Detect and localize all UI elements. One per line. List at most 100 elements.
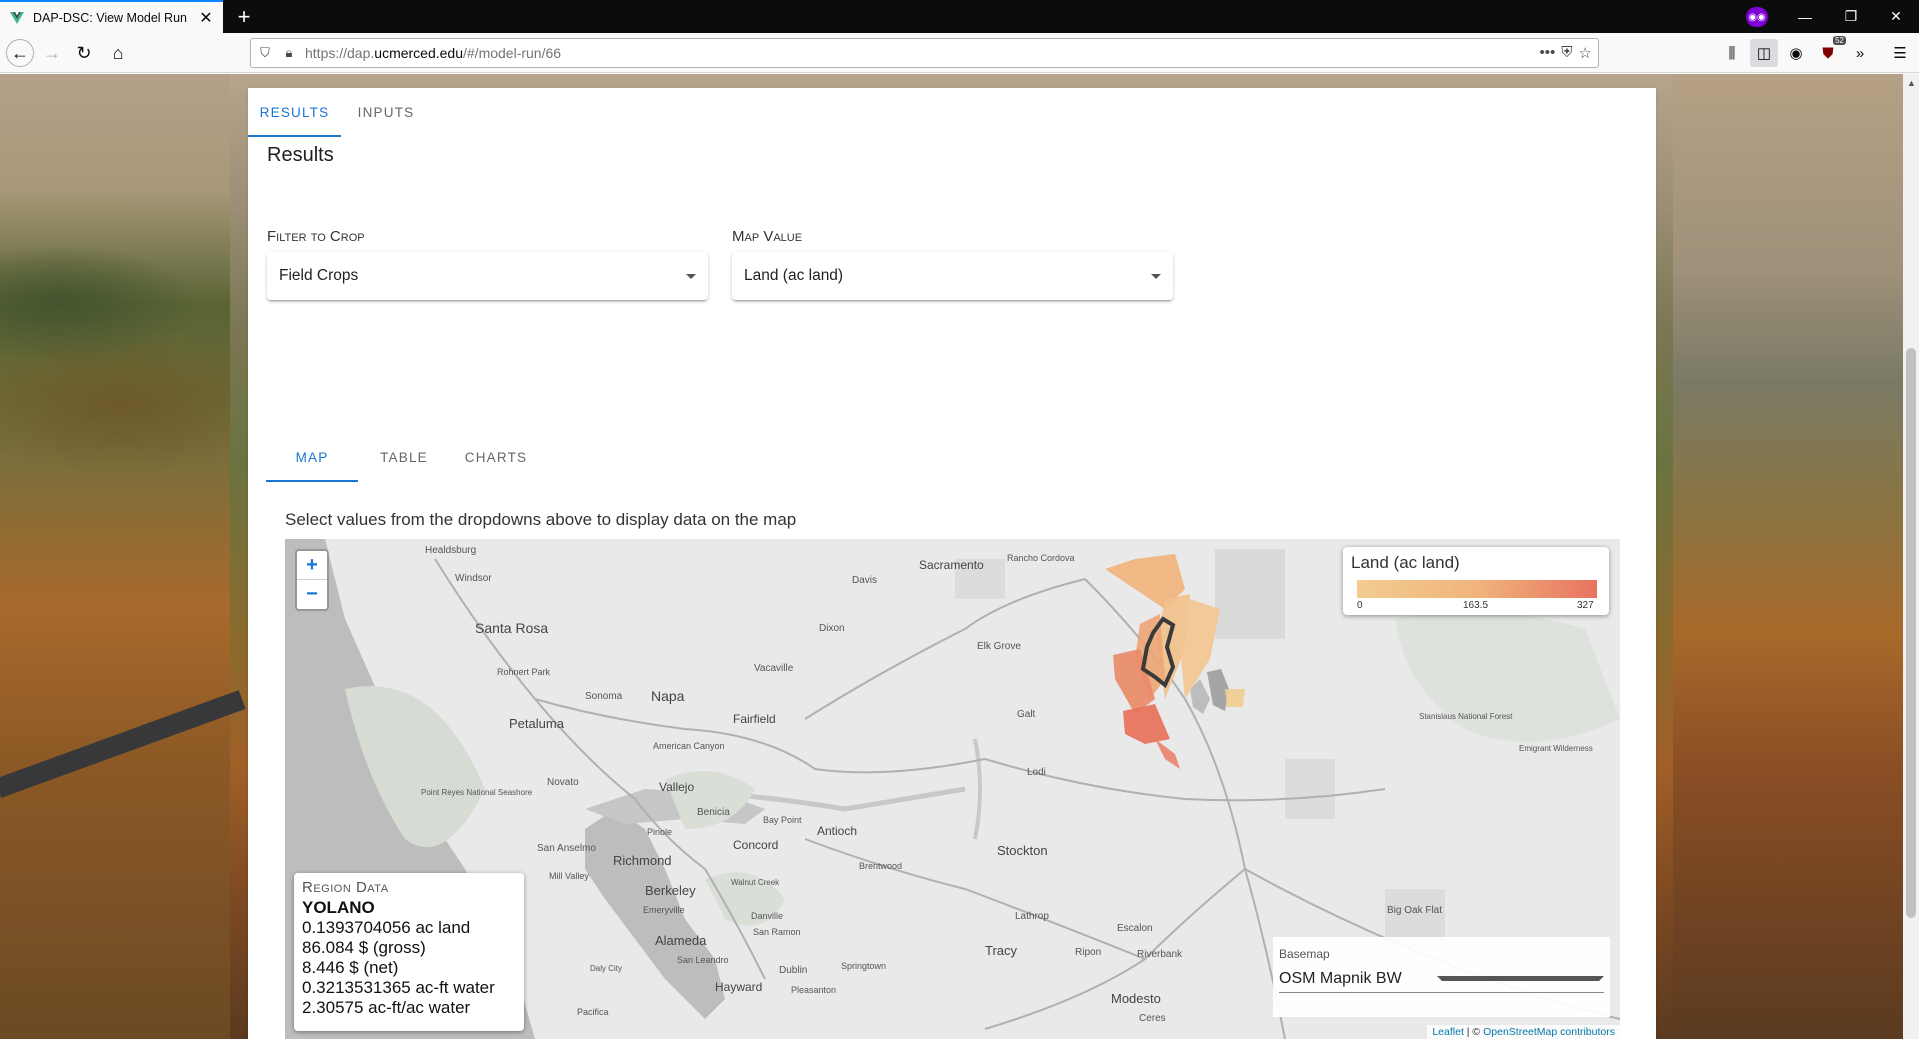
- region-gross: 86.084 $ (gross): [302, 938, 426, 957]
- forward-icon[interactable]: →: [38, 39, 66, 67]
- scroll-up-icon[interactable]: ▲: [1907, 78, 1916, 88]
- basemap-label: Basemap: [1279, 947, 1330, 961]
- url-bar[interactable]: ⛉ 🔒︎ https://dap.ucmerced.edu/#/model-ru…: [250, 38, 1599, 68]
- lock-icon[interactable]: 🔒︎: [279, 43, 299, 63]
- ublock-icon[interactable]: ⛊ 52: [1814, 36, 1846, 67]
- map-value-label: Map Value: [732, 228, 803, 245]
- place-label: Hayward: [715, 980, 762, 994]
- tab-inputs[interactable]: Inputs: [341, 88, 431, 137]
- zoom-out-button[interactable]: −: [297, 580, 327, 609]
- place-label: Stockton: [997, 843, 1048, 858]
- scrollbar-thumb[interactable]: [1906, 348, 1916, 918]
- map-value-select[interactable]: Land (ac land): [732, 252, 1173, 300]
- zoom-control: + −: [295, 549, 329, 611]
- place-label: San Anselmo: [537, 843, 596, 854]
- place-label: Pleasanton: [791, 985, 836, 995]
- place-label: Galt: [1017, 709, 1036, 720]
- browser-navbar: ← → ↻ ⌂ ⛉ 🔒︎ https://dap.ucmerced.edu/#/…: [0, 33, 1919, 73]
- place-label: Ceres: [1139, 1013, 1166, 1024]
- reload-icon[interactable]: ↻: [70, 39, 98, 67]
- results-heading: Results: [267, 144, 334, 166]
- legend-max: 327: [1577, 600, 1594, 611]
- star-icon[interactable]: ☆: [1579, 44, 1592, 62]
- overflow-icon[interactable]: »: [1846, 39, 1874, 67]
- place-label: Vacaville: [754, 663, 794, 674]
- minimize-window-button[interactable]: —: [1782, 0, 1828, 33]
- legend-min: 0: [1357, 600, 1363, 611]
- account-icon[interactable]: ◉: [1782, 39, 1810, 67]
- place-label: Pacifica: [577, 1007, 609, 1017]
- new-tab-button[interactable]: +: [231, 4, 257, 30]
- place-label: San Leandro: [677, 955, 729, 965]
- caret-down-icon: [1151, 273, 1161, 279]
- place-label: Brentwood: [859, 861, 902, 871]
- background-photo-left: [0, 74, 246, 1039]
- place-label: Mill Valley: [549, 871, 589, 881]
- osm-link[interactable]: OpenStreetMap contributors: [1483, 1026, 1615, 1038]
- back-icon[interactable]: ←: [6, 39, 34, 67]
- close-window-button[interactable]: ✕: [1873, 0, 1919, 33]
- place-label: Daly City: [590, 964, 622, 973]
- place-label: Alameda: [655, 933, 707, 948]
- place-label: Novato: [547, 777, 579, 788]
- place-label: Tracy: [985, 943, 1018, 958]
- restore-window-button[interactable]: ❐: [1828, 0, 1874, 33]
- place-label: Vallejo: [659, 780, 694, 794]
- place-label: Escalon: [1117, 923, 1153, 934]
- filter-crop-label: Filter to Crop: [267, 228, 365, 245]
- place-label: Ripon: [1075, 947, 1101, 958]
- place-label: Lathrop: [1015, 911, 1049, 922]
- place-label: Petaluma: [509, 716, 565, 731]
- place-label: Antioch: [817, 824, 857, 838]
- place-label: Riverbank: [1137, 949, 1183, 960]
- library-icon[interactable]: ⫼: [1718, 39, 1746, 67]
- leaflet-map[interactable]: Healdsburg Windsor Santa Rosa Rohnert Pa…: [285, 539, 1620, 1039]
- legend-title: Land (ac land): [1351, 553, 1460, 572]
- place-label: Richmond: [613, 853, 672, 868]
- shield-icon[interactable]: ⛉: [255, 43, 275, 63]
- private-mask-icon[interactable]: ◉◉: [1746, 7, 1768, 27]
- home-icon[interactable]: ⌂: [104, 39, 132, 67]
- basemap-value: OSM Mapnik BW: [1279, 969, 1402, 987]
- region-water-per-acre: 2.30575 ac-ft/ac water: [302, 998, 471, 1017]
- url-text[interactable]: https://dap.ucmerced.edu/#/model-run/66: [305, 45, 1540, 61]
- caret-down-icon: [686, 273, 696, 279]
- legend-gradient: [1357, 580, 1597, 598]
- place-label: Walnut Creek: [731, 878, 780, 887]
- sidebar-icon[interactable]: ◫: [1750, 39, 1778, 67]
- tab-map[interactable]: Map: [266, 433, 358, 482]
- place-label: American Canyon: [653, 741, 725, 751]
- region-net: 8.446 $ (net): [302, 958, 399, 977]
- tab-charts[interactable]: Charts: [450, 433, 542, 482]
- place-label: Elk Grove: [977, 641, 1021, 652]
- tab-results[interactable]: Results: [248, 88, 341, 137]
- background-photo-right: [1673, 74, 1903, 1039]
- browser-tab[interactable]: DAP-DSC: View Model Run ✕: [0, 0, 223, 33]
- place-label: Berkeley: [645, 883, 696, 898]
- region-data-heading: Region Data: [302, 879, 389, 896]
- place-label: Modesto: [1111, 991, 1161, 1006]
- map-legend: Land (ac land) 0 163.5 327: [1343, 547, 1609, 615]
- page-scrollbar[interactable]: ▲: [1903, 74, 1919, 1039]
- ellipsis-icon[interactable]: •••: [1540, 44, 1556, 62]
- hamburger-menu-icon[interactable]: ☰: [1886, 39, 1914, 67]
- pocket-icon[interactable]: ⛨: [1561, 44, 1572, 62]
- filter-crop-select[interactable]: Field Crops: [267, 252, 708, 300]
- view-tabs: Map Table Charts: [266, 433, 542, 482]
- region-data-panel: Region Data YOLANO 0.1393704056 ac land …: [294, 873, 524, 1031]
- place-label: Point Reyes National Seashore: [421, 788, 533, 797]
- tab-table[interactable]: Table: [358, 433, 450, 482]
- basemap-select[interactable]: OSM Mapnik BW: [1279, 965, 1604, 993]
- caret-down-icon: [1436, 976, 1604, 981]
- zoom-in-button[interactable]: +: [297, 551, 327, 580]
- place-label: Davis: [852, 575, 877, 586]
- place-label: Stanislaus National Forest: [1419, 712, 1513, 721]
- place-label: San Ramon: [753, 927, 801, 937]
- place-label: Sonoma: [585, 691, 623, 702]
- map-instructions: Select values from the dropdowns above t…: [285, 510, 797, 529]
- place-label: Lodi: [1027, 767, 1046, 778]
- place-label: Big Oak Flat: [1387, 905, 1442, 916]
- close-tab-icon[interactable]: ✕: [195, 7, 217, 29]
- leaflet-link[interactable]: Leaflet: [1432, 1026, 1464, 1038]
- place-label: Healdsburg: [425, 545, 476, 556]
